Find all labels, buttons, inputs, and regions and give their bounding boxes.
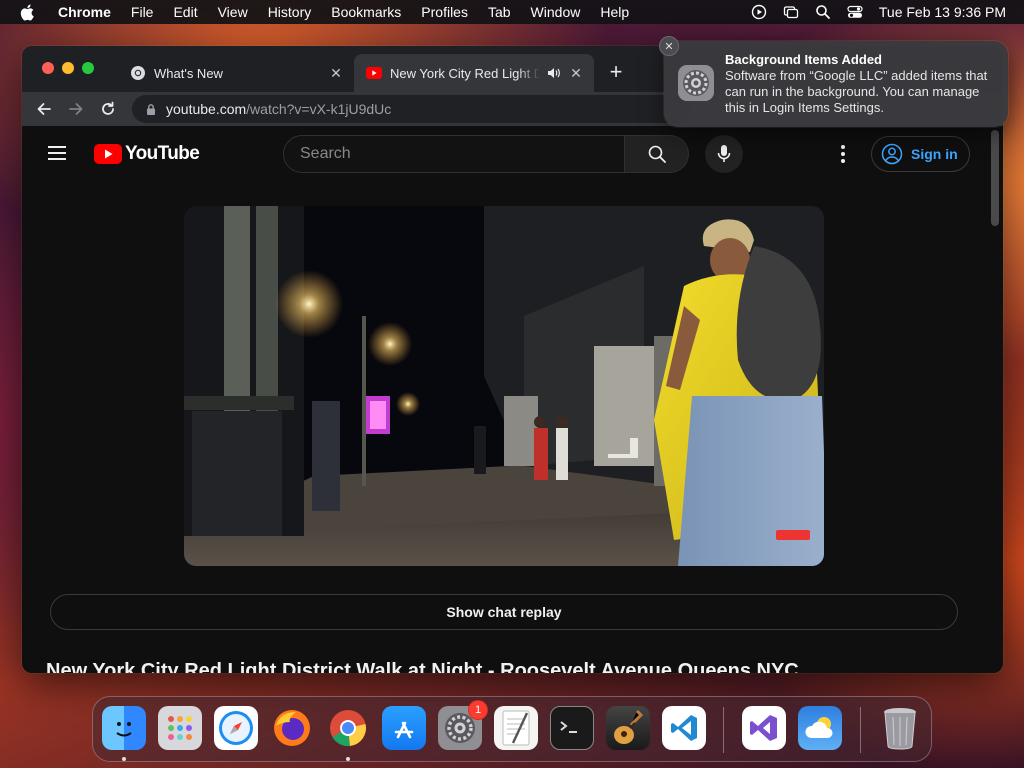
- voice-search-button[interactable]: [705, 135, 743, 173]
- menu-view[interactable]: View: [218, 4, 248, 20]
- now-playing-icon[interactable]: [751, 4, 767, 20]
- audio-playing-icon[interactable]: [546, 65, 562, 81]
- close-tab-icon[interactable]: ✕: [328, 65, 344, 81]
- settings-badge: 1: [468, 700, 488, 720]
- video-frame: [184, 206, 824, 566]
- spotlight-search-icon[interactable]: [815, 4, 831, 20]
- finder-icon[interactable]: [102, 706, 146, 750]
- menu-file[interactable]: File: [131, 4, 154, 20]
- guide-menu-icon[interactable]: [48, 146, 66, 160]
- menu-tab[interactable]: Tab: [488, 4, 511, 20]
- vscode-icon[interactable]: [662, 706, 706, 750]
- safari-icon[interactable]: [214, 706, 258, 750]
- minimize-window-button[interactable]: [62, 62, 74, 74]
- garageband-icon[interactable]: [606, 706, 650, 750]
- launchpad-icon[interactable]: [158, 706, 202, 750]
- window-controls: [42, 62, 102, 74]
- firefox-icon[interactable]: [270, 706, 314, 750]
- new-tab-button[interactable]: +: [604, 59, 628, 84]
- show-chat-replay-button[interactable]: Show chat replay: [50, 594, 958, 630]
- menu-window[interactable]: Window: [531, 4, 581, 20]
- background-items-notification[interactable]: ✕ Background Items Added Software from “…: [659, 36, 1008, 127]
- zoom-window-button[interactable]: [82, 62, 94, 74]
- screen-mirroring-icon[interactable]: [783, 4, 799, 20]
- apple-menu-icon[interactable]: [18, 3, 36, 21]
- account-circle-icon: [881, 143, 903, 165]
- settings-kebab-icon[interactable]: [834, 143, 852, 165]
- youtube-logo[interactable]: YouTube: [94, 143, 200, 165]
- back-arrow-icon[interactable]: [34, 99, 54, 119]
- dock: 1: [92, 696, 932, 762]
- search-icon: [648, 145, 666, 163]
- search-input[interactable]: Search: [283, 135, 625, 173]
- finder-running-indicator: [122, 757, 126, 761]
- chrome-window: What's New ✕ New York City Red Light Dis…: [22, 46, 1003, 673]
- youtube-icon: [366, 65, 382, 81]
- notification-title: Background Items Added: [725, 52, 882, 67]
- textedit-icon[interactable]: [494, 706, 538, 750]
- control-center-icon[interactable]: [847, 4, 863, 20]
- menu-bar: Chrome File Edit View History Bookmarks …: [0, 0, 1024, 24]
- url-path: /watch?v=vX-k1jU9dUc: [246, 101, 392, 117]
- app-store-icon[interactable]: [382, 706, 426, 750]
- video-title: New York City Red Light District Walk at…: [46, 660, 799, 673]
- notification-body: Software from “Google LLC” added items t…: [725, 68, 988, 115]
- menu-bookmarks[interactable]: Bookmarks: [331, 4, 401, 20]
- menu-profiles[interactable]: Profiles: [421, 4, 468, 20]
- video-player[interactable]: [184, 206, 824, 566]
- menu-edit[interactable]: Edit: [173, 4, 197, 20]
- dock-separator: [860, 707, 861, 753]
- menu-history[interactable]: History: [268, 4, 312, 20]
- tab-whats-new[interactable]: What's New ✕: [118, 54, 354, 92]
- close-tab-icon[interactable]: ✕: [568, 65, 584, 81]
- settings-gear-icon: [676, 63, 716, 103]
- dismiss-notification-icon[interactable]: ✕: [659, 36, 679, 56]
- chrome-icon[interactable]: [326, 706, 370, 750]
- menu-app-name[interactable]: Chrome: [58, 4, 111, 20]
- search-box: Search: [283, 135, 689, 173]
- chrome-running-indicator: [346, 757, 350, 761]
- page-scrollbar[interactable]: [991, 130, 999, 226]
- close-window-button[interactable]: [42, 62, 54, 74]
- microphone-icon: [717, 145, 731, 162]
- chrome-icon: [130, 65, 146, 81]
- visual-studio-icon[interactable]: [742, 706, 786, 750]
- trash-icon[interactable]: [878, 706, 922, 750]
- sign-in-label: Sign in: [911, 146, 958, 162]
- youtube-page: YouTube Search Sign in Show chat replay …: [22, 126, 1003, 673]
- tab-title: New York City Red Light District Walk at…: [390, 65, 540, 81]
- youtube-wordmark: YouTube: [125, 143, 200, 164]
- sign-in-button[interactable]: Sign in: [871, 136, 970, 172]
- reload-icon[interactable]: [98, 99, 118, 119]
- search-button[interactable]: [625, 135, 689, 173]
- weather-icon[interactable]: [798, 706, 842, 750]
- dock-separator: [723, 707, 724, 753]
- settings-icon[interactable]: 1: [438, 700, 488, 750]
- terminal-icon[interactable]: [550, 706, 594, 750]
- forward-arrow-icon[interactable]: [66, 99, 86, 119]
- youtube-play-icon: [94, 144, 122, 164]
- menu-clock[interactable]: Tue Feb 13 9:36 PM: [879, 4, 1006, 20]
- tab-youtube-video[interactable]: New York City Red Light District Walk at…: [354, 54, 594, 92]
- site-info-icon[interactable]: [144, 102, 158, 116]
- url-host: youtube.com: [166, 101, 247, 117]
- tab-title: What's New: [154, 65, 223, 81]
- menu-help[interactable]: Help: [600, 4, 629, 20]
- address-bar[interactable]: youtube.com/watch?v=vX-k1jU9dUc: [132, 95, 692, 123]
